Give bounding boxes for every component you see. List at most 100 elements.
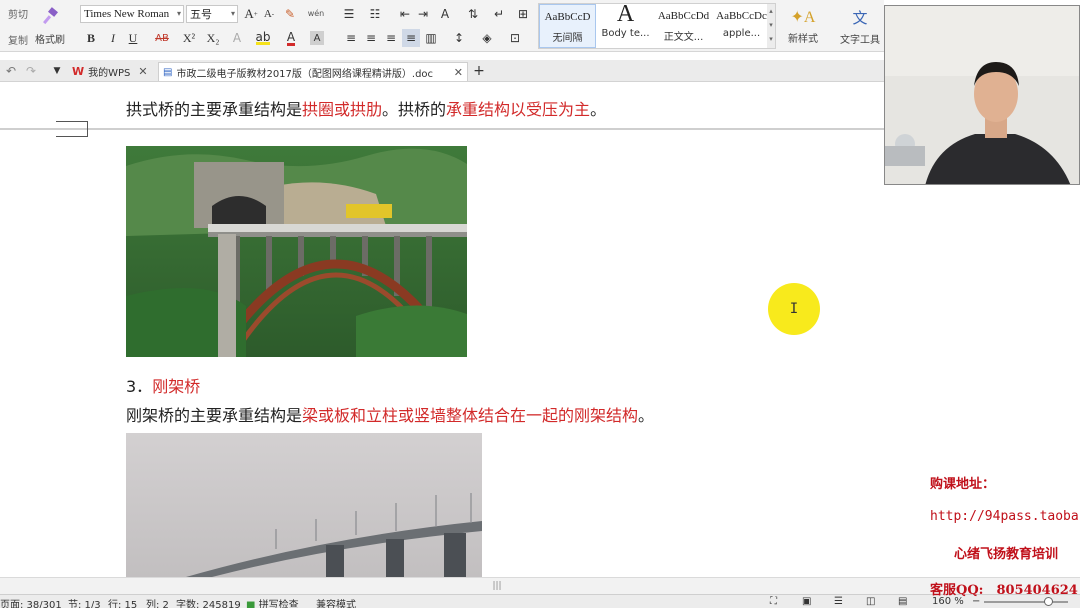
presenter-webcam <box>884 5 1080 185</box>
zoom-slider-handle[interactable] <box>1044 597 1053 606</box>
copy-button[interactable]: 复制 <box>4 32 32 47</box>
style-item-no-spacing[interactable]: AaBbCcD 无间隔 <box>539 4 596 48</box>
spell-check-label: 拼写检查 <box>258 600 299 608</box>
line-spacing-button[interactable]: ↕ <box>450 29 468 47</box>
align-right-button[interactable]: ≡ <box>382 29 400 47</box>
phonetic-button[interactable]: wén <box>304 4 328 22</box>
subscript-button[interactable]: X₂ <box>202 29 224 47</box>
chevron-down-icon: ▾ <box>230 9 235 18</box>
align-center-button[interactable]: ≡ <box>362 29 380 47</box>
superscript-label: X² <box>182 30 196 45</box>
style-name: Body te... <box>601 28 650 39</box>
text-tools-label: 文字工具 <box>840 34 880 46</box>
text-segment-red: 拱圈或拱肋 <box>302 100 383 119</box>
scrollbar-thumb[interactable]: ||| <box>484 581 510 591</box>
watermark-qq: 客服QQ: 805404624 <box>930 583 1078 598</box>
text-cursor-icon: I <box>789 301 799 317</box>
new-tab-button[interactable]: + <box>470 62 488 80</box>
text-segment: 拱式桥的主要承重结构是 <box>126 100 303 119</box>
superscript-button[interactable]: X² <box>178 29 200 47</box>
cut-label: 剪切 <box>8 9 28 21</box>
watermark-buy-label: 购课地址： <box>930 477 996 492</box>
decrease-indent-button[interactable]: ⇤ <box>396 5 414 23</box>
heading-rigid-frame-bridge: 3．刚架桥 <box>126 373 200 397</box>
char-shading-button[interactable]: A <box>310 31 324 45</box>
borders-button[interactable]: ⊡ <box>506 29 524 47</box>
page-view-icon[interactable]: ▣ <box>802 596 811 607</box>
status-section: 节: 1/3 <box>68 600 101 608</box>
bold-button[interactable]: B <box>82 29 100 47</box>
underline-button[interactable]: U <box>124 29 142 47</box>
web-view-icon[interactable]: ◫ <box>866 596 875 607</box>
numbering-button[interactable]: ☷ <box>366 5 384 23</box>
status-bar: 页面: 38/301 节: 1/3 行: 15 列: 2 字数: 245819 … <box>0 594 1080 608</box>
font-color-button[interactable]: A <box>282 29 300 47</box>
text-tools-button[interactable]: 文 文字工具 <box>836 4 884 48</box>
style-preview: AaBbCcDd <box>657 10 710 22</box>
shading-button[interactable]: ◈ <box>478 29 496 47</box>
distributed-button[interactable]: ▥ <box>422 29 440 47</box>
status-page[interactable]: 页面: 38/301 <box>0 596 62 608</box>
heading-text: 刚架桥 <box>152 377 201 396</box>
font-name-select[interactable]: Times New Roman ▾ <box>80 5 184 23</box>
reading-view-icon[interactable]: ▤ <box>898 596 907 607</box>
new-tab-label: + <box>473 63 485 79</box>
zoom-slider[interactable] <box>984 597 1068 606</box>
outline-view-icon[interactable]: ☰ <box>834 596 843 607</box>
close-icon[interactable]: ✕ <box>454 66 463 79</box>
bullets-button[interactable]: ☰ <box>340 5 358 23</box>
paragraph-rigid-frame-bridge: 刚架桥的主要承重结构是梁或板和立柱或竖墙整体结合在一起的刚架结构。 <box>126 402 654 426</box>
tab-my-wps[interactable]: W 我的WPS ✕ <box>68 62 156 81</box>
table-border-button[interactable]: ⊞ <box>514 5 532 23</box>
strikethrough-button[interactable]: AB <box>150 29 174 47</box>
style-item-body-text[interactable]: A Body te... <box>597 2 654 48</box>
grow-font-button[interactable]: A + <box>242 5 260 23</box>
format-painter-icon <box>43 6 58 24</box>
close-icon[interactable]: ✕ <box>138 65 147 78</box>
redo-icon[interactable]: ↷ <box>22 62 40 80</box>
format-painter-button[interactable]: 格式刷 <box>32 4 68 48</box>
status-column: 列: 2 <box>146 600 169 608</box>
highlight-button[interactable]: ab <box>254 29 272 47</box>
spell-check-icon: ■ <box>246 600 256 608</box>
style-name: 无间隔 <box>552 33 583 44</box>
shrink-font-button[interactable]: A- <box>260 5 278 23</box>
copy-label: 复制 <box>8 35 28 47</box>
horizontal-scrollbar[interactable]: ||| <box>0 577 1080 594</box>
justify-button[interactable]: ≡ <box>402 29 420 47</box>
style-item-normal-text[interactable]: AaBbCcDd 正文文... <box>655 4 712 48</box>
watermark-org: 心绪飞扬教育培训 <box>954 547 1059 562</box>
font-size-select[interactable]: 五号 ▾ <box>186 5 238 23</box>
format-painter-label: 格式刷 <box>35 34 65 46</box>
text-segment-red: 承重结构以受压为主 <box>446 100 591 119</box>
align-left-button[interactable]: ≡ <box>342 29 360 47</box>
text-effect-button[interactable]: A <box>228 29 246 47</box>
full-screen-icon[interactable]: ⛶ <box>770 596 777 607</box>
chinese-layout-button[interactable]: A <box>436 5 454 23</box>
undo-icon[interactable]: ↶ <box>2 62 20 80</box>
cut-button[interactable]: 剪切 <box>4 6 32 21</box>
italic-button[interactable]: I <box>104 29 122 47</box>
arch-bridge-photo <box>126 146 467 357</box>
watermark-url: http://94pass.taoba <box>930 509 1079 524</box>
style-preview: A <box>616 2 635 26</box>
chevron-down-icon: ▾ <box>176 9 181 18</box>
heading-number: 3． <box>126 377 153 396</box>
margin-marker <box>56 121 88 137</box>
show-marks-button[interactable]: ↵ <box>490 5 508 23</box>
new-style-label: 新样式 <box>788 34 818 45</box>
sort-button[interactable]: ⇅ <box>464 5 482 23</box>
spell-check-indicator[interactable]: ■ 拼写检查 <box>246 596 299 608</box>
clear-format-button[interactable]: ✎ <box>281 5 299 23</box>
text-segment: 。拱桥的 <box>382 100 447 119</box>
style-preview: AaBbCcD <box>544 11 591 23</box>
increase-indent-button[interactable]: ⇥ <box>414 5 432 23</box>
ribbon-toolbar: 剪切 复制 格式刷 Times New Roman ▾ 五号 ▾ A + A- ✎… <box>0 0 884 52</box>
new-style-button[interactable]: ✦A 新样式 <box>780 4 826 48</box>
quick-access-dropdown-icon[interactable]: ▼ <box>48 62 66 80</box>
status-word-count[interactable]: 字数: 245819 <box>176 596 241 608</box>
document-tab-bar: ↶ ↷ ▼ W 我的WPS ✕ ▤ 市政二级电子版教材2017版（配图网络课程精… <box>0 60 884 82</box>
styles-scroll[interactable]: ▴ ▾ ▾ <box>767 4 775 48</box>
style-item-apple[interactable]: AaBbCcDc apple... <box>713 4 770 48</box>
tab-document[interactable]: ▤ 市政二级电子版教材2017版（配图网络课程精讲版）.doc ✕ <box>158 62 468 81</box>
